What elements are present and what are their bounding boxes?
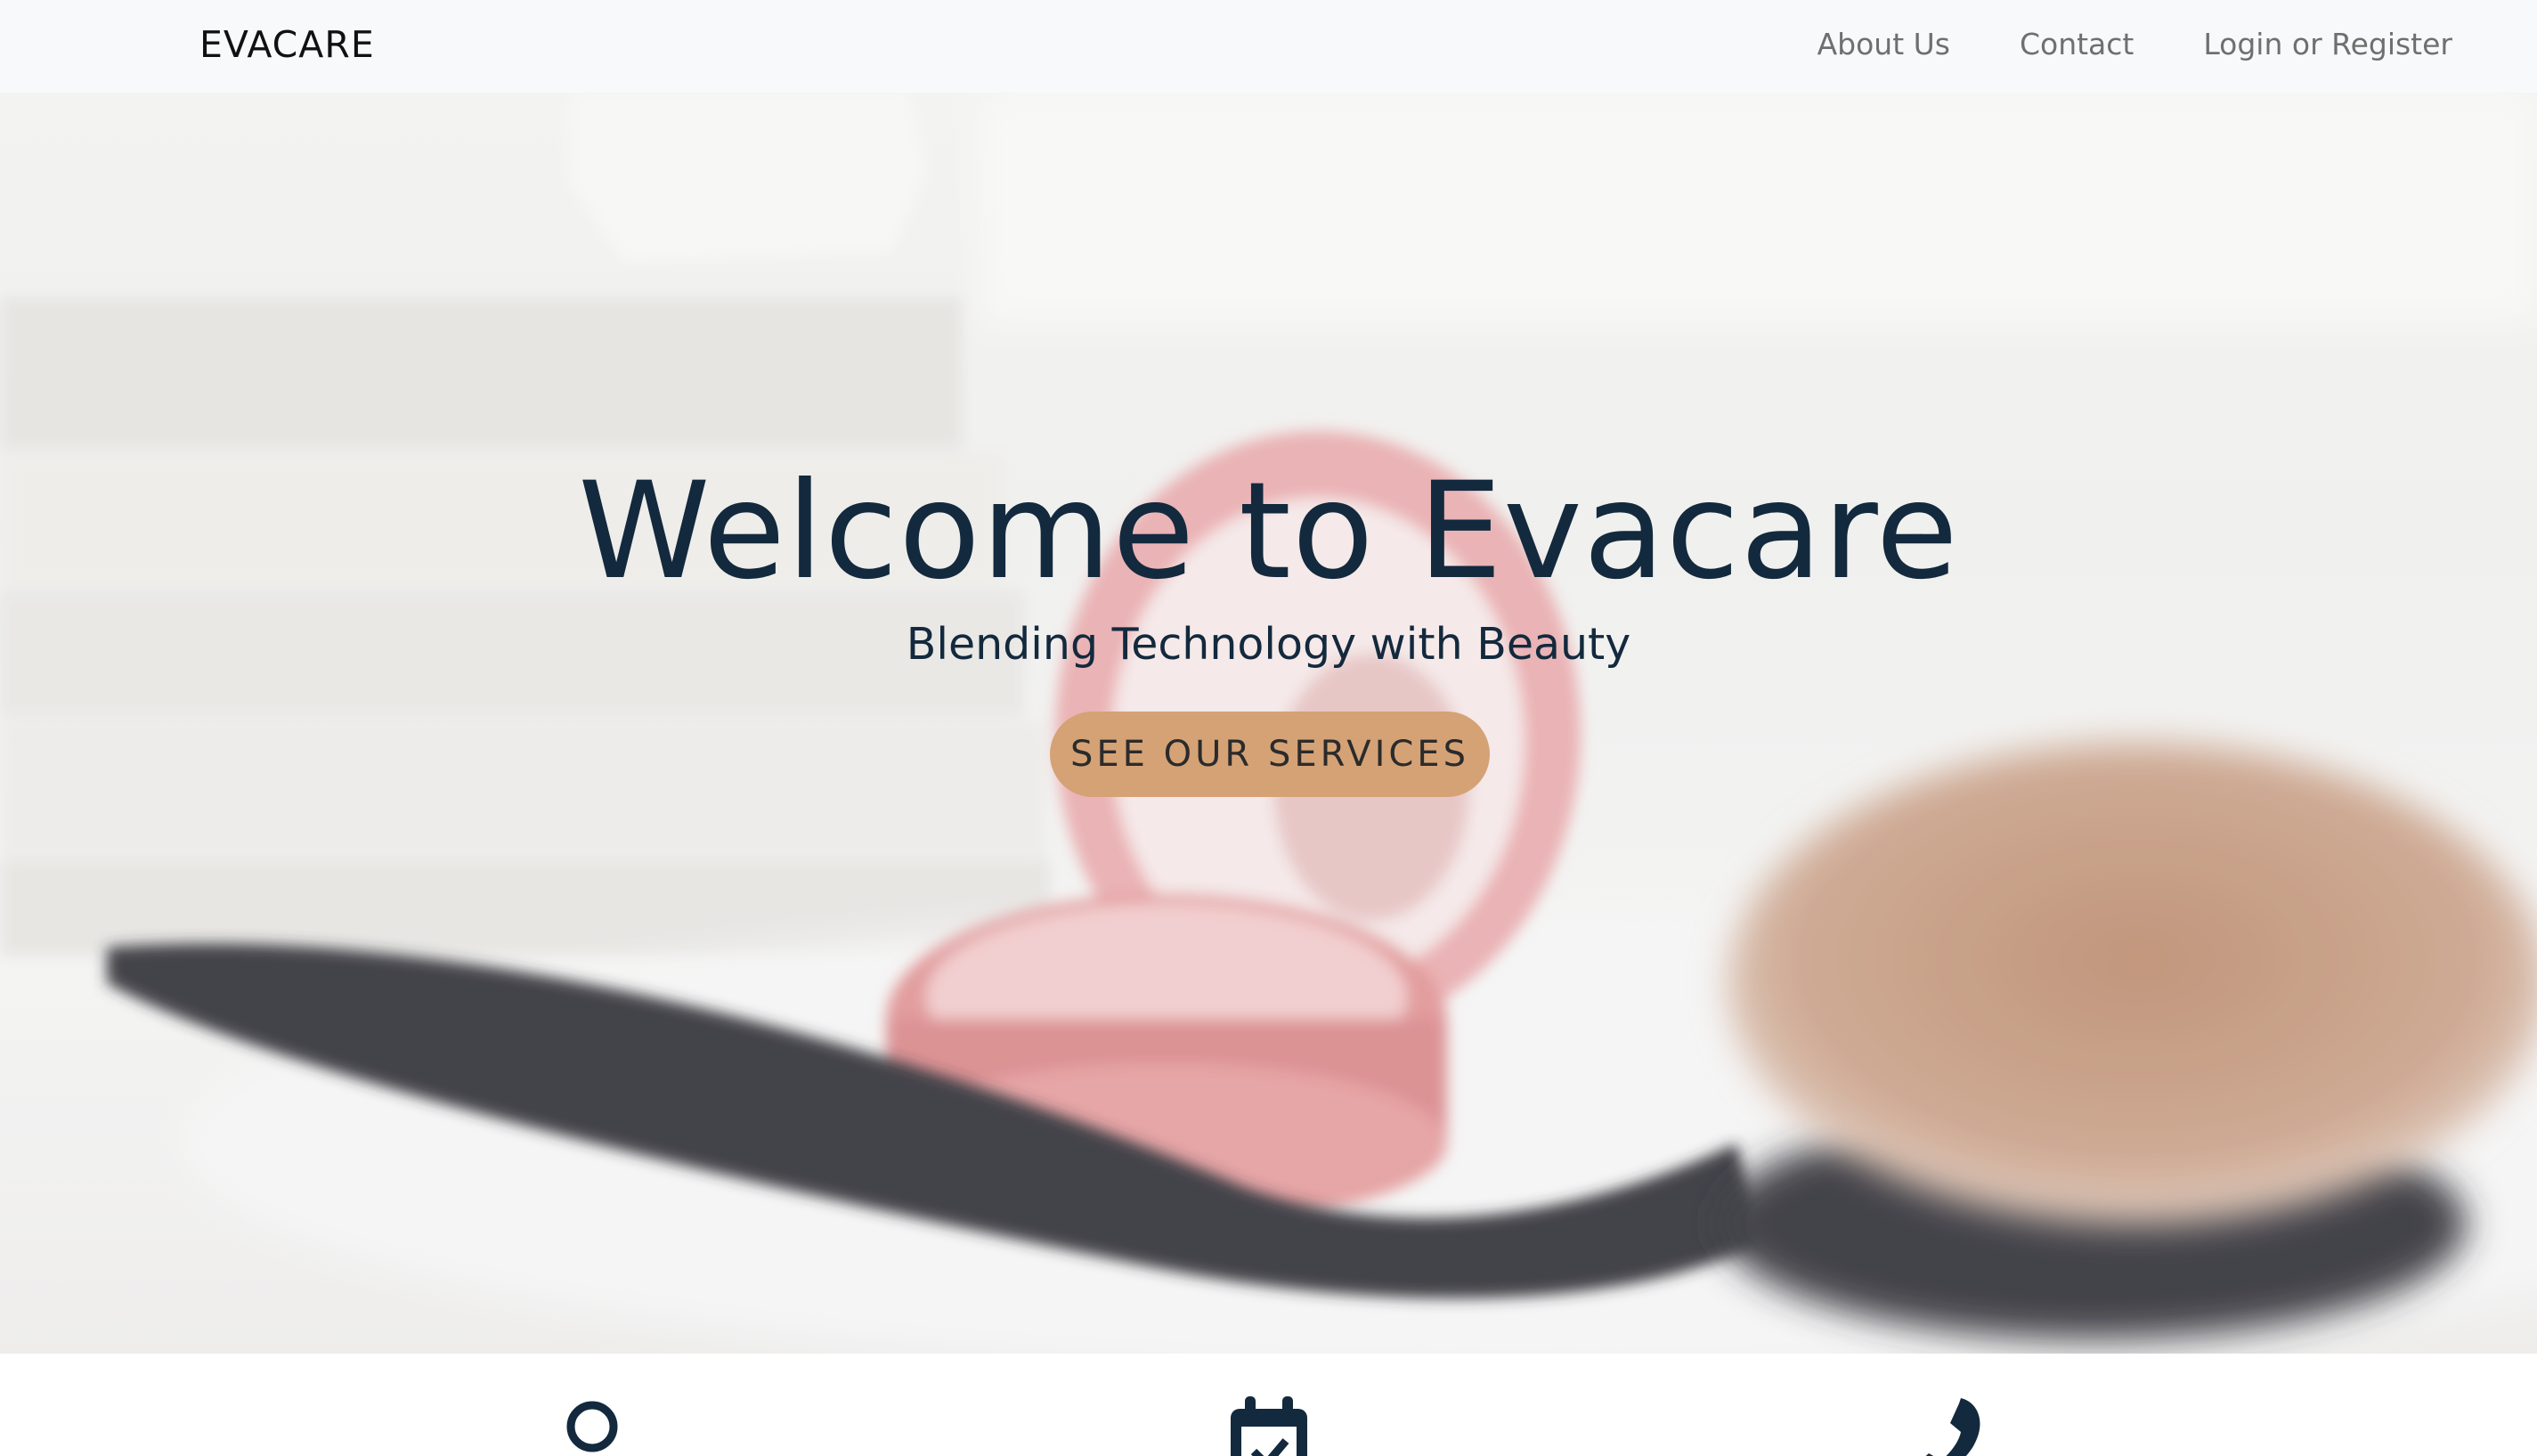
phone-icon: [1925, 1398, 1980, 1456]
services-strip: [0, 1354, 2537, 1456]
nav-links: About Us Contact Login or Register: [1817, 20, 2452, 69]
nav-link-about-us[interactable]: About Us: [1817, 20, 1950, 69]
nav-link-contact[interactable]: Contact: [2020, 20, 2134, 69]
hero-subtitle: Blending Technology with Beauty: [906, 619, 1631, 670]
calendar-check-icon: [1231, 1396, 1307, 1456]
brand-logo[interactable]: EVACARE: [199, 20, 375, 69]
see-our-services-button[interactable]: SEE OUR SERVICES: [1050, 712, 1490, 797]
hero-title: Welcome to Evacare: [578, 454, 1959, 609]
nav-link-login-register[interactable]: Login or Register: [2203, 20, 2452, 69]
hero-section: Welcome to Evacare Blending Technology w…: [0, 93, 2537, 1354]
navbar: EVACARE About Us Contact Login or Regist…: [0, 0, 2537, 93]
user-icon: [566, 1401, 618, 1452]
